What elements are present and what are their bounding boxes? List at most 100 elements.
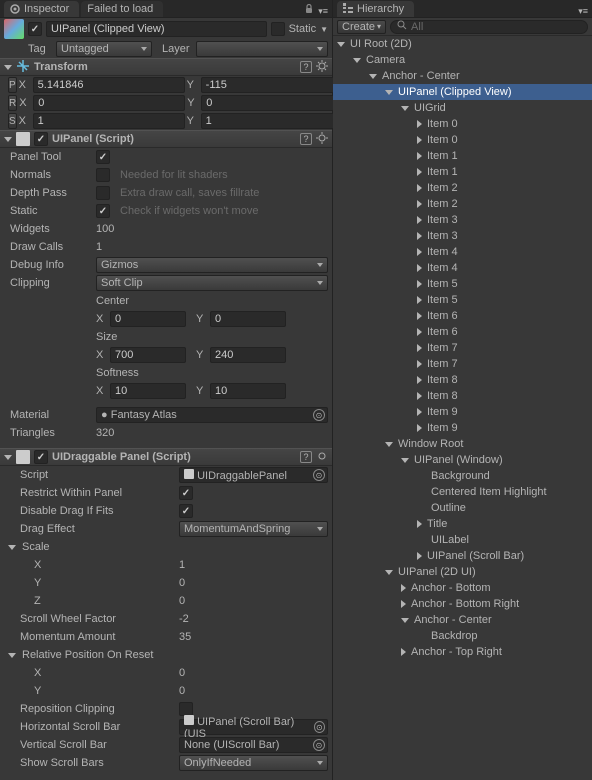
foldout-icon[interactable] [417, 408, 422, 416]
scl-y-field[interactable] [201, 113, 353, 129]
pos-y-field[interactable] [201, 77, 353, 93]
tree-item[interactable]: Item 7 [333, 340, 592, 356]
foldout-icon[interactable] [417, 216, 422, 224]
foldout-icon[interactable] [401, 648, 406, 656]
enabled-checkbox[interactable] [34, 450, 48, 464]
foldout-icon[interactable] [417, 200, 422, 208]
panel-menu-icon[interactable]: ▾≡ [578, 6, 588, 17]
foldout-icon[interactable] [401, 106, 409, 111]
foldout-icon[interactable] [385, 442, 393, 447]
layer-dropdown[interactable] [196, 41, 328, 57]
size-x[interactable] [110, 347, 186, 363]
tree-item[interactable]: Item 3 [333, 228, 592, 244]
foldout-icon[interactable] [417, 280, 422, 288]
panel-tool-checkbox[interactable] [96, 150, 110, 164]
tree-item[interactable]: Anchor - Bottom [333, 580, 592, 596]
tree-item[interactable]: UILabel [333, 532, 592, 548]
tab-hierarchy[interactable]: Hierarchy [337, 1, 414, 17]
tree-item[interactable]: Anchor - Top Right [333, 644, 592, 660]
r-button[interactable]: R [8, 95, 17, 111]
clipping-dropdown[interactable]: Soft Clip [96, 275, 328, 291]
foldout-icon[interactable] [417, 424, 422, 432]
tree-item[interactable]: Anchor - Center [333, 68, 592, 84]
rot-x-field[interactable] [33, 95, 185, 111]
foldout-icon[interactable] [417, 296, 422, 304]
foldout-icon[interactable] [417, 264, 422, 272]
create-dropdown[interactable]: Create [337, 20, 386, 34]
foldout-icon[interactable] [401, 600, 406, 608]
script-field[interactable]: UIDraggablePanel⊙ [179, 467, 328, 483]
tree-item[interactable]: Item 6 [333, 308, 592, 324]
foldout-icon[interactable] [401, 584, 406, 592]
tree-item[interactable]: Item 3 [333, 212, 592, 228]
foldout-icon[interactable] [417, 152, 422, 160]
help-icon[interactable]: ? [300, 133, 312, 145]
tree-item[interactable]: UIPanel (Scroll Bar) [333, 548, 592, 564]
foldout-icon[interactable] [353, 58, 361, 63]
tree-item[interactable]: UIPanel (Window) [333, 452, 592, 468]
tree-item[interactable]: UI Root (2D) [333, 36, 592, 52]
scl-x-field[interactable] [33, 113, 185, 129]
tree-item[interactable]: Item 1 [333, 148, 592, 164]
static-dropdown-icon[interactable]: ▼ [320, 25, 328, 34]
tree-item[interactable]: Item 2 [333, 196, 592, 212]
center-x[interactable] [110, 311, 186, 327]
tree-item[interactable]: Background [333, 468, 592, 484]
foldout-icon[interactable] [369, 74, 377, 79]
tree-item[interactable]: Anchor - Bottom Right [333, 596, 592, 612]
uipanel-header[interactable]: UIPanel (Script) ? [0, 130, 332, 148]
p-button[interactable]: P [8, 77, 17, 93]
tree-item[interactable]: UIPanel (Clipped View) [333, 84, 592, 100]
help-icon[interactable]: ? [300, 61, 312, 73]
size-y[interactable] [210, 347, 286, 363]
foldout-icon[interactable] [417, 248, 422, 256]
relpos-foldout[interactable]: Relative Position On Reset [0, 646, 332, 664]
object-picker-icon[interactable]: ⊙ [314, 721, 325, 733]
foldout-icon[interactable] [417, 312, 422, 320]
restrict-checkbox[interactable] [179, 486, 193, 500]
tree-item[interactable]: Anchor - Center [333, 612, 592, 628]
tree-item[interactable]: UIPanel (2D UI) [333, 564, 592, 580]
foldout-icon[interactable] [385, 570, 393, 575]
hscroll-field[interactable]: UIPanel (Scroll Bar) (UIS⊙ [179, 719, 328, 735]
foldout-icon[interactable] [417, 344, 422, 352]
tree-item[interactable]: Item 0 [333, 132, 592, 148]
panel-menu-icon[interactable]: ▾≡ [318, 6, 328, 17]
foldout-icon[interactable] [417, 168, 422, 176]
foldout-icon[interactable] [417, 392, 422, 400]
tree-item[interactable]: Item 7 [333, 356, 592, 372]
tree-item[interactable]: Item 4 [333, 260, 592, 276]
tree-item[interactable]: Item 8 [333, 372, 592, 388]
soft-x[interactable] [110, 383, 186, 399]
foldout-icon[interactable] [417, 120, 422, 128]
tree-item[interactable]: Item 6 [333, 324, 592, 340]
search-input[interactable]: All [390, 20, 588, 34]
debug-dropdown[interactable]: Gizmos [96, 257, 328, 273]
foldout-icon[interactable] [417, 360, 422, 368]
s-button[interactable]: S [8, 113, 17, 129]
help-icon[interactable]: ? [300, 451, 312, 463]
tree-item[interactable]: Camera [333, 52, 592, 68]
static-checkbox[interactable] [271, 22, 285, 36]
foldout-icon[interactable] [417, 184, 422, 192]
hierarchy-tree[interactable]: UI Root (2D)CameraAnchor - CenterUIPanel… [333, 36, 592, 780]
tree-item[interactable]: Outline [333, 500, 592, 516]
active-checkbox[interactable] [28, 22, 42, 36]
disable-checkbox[interactable] [179, 504, 193, 518]
tab-inspector[interactable]: Inspector [4, 1, 79, 17]
tree-item[interactable]: Item 4 [333, 244, 592, 260]
object-picker-icon[interactable]: ⊙ [313, 739, 325, 751]
tree-item[interactable]: Item 9 [333, 404, 592, 420]
foldout-icon[interactable] [385, 90, 393, 95]
foldout-icon[interactable] [417, 520, 422, 528]
tree-item[interactable]: Window Root [333, 436, 592, 452]
object-name-field[interactable] [46, 21, 267, 37]
object-picker-icon[interactable]: ⊙ [313, 409, 325, 421]
foldout-icon[interactable] [417, 232, 422, 240]
transform-header[interactable]: Transform ? [0, 58, 332, 76]
drag-effect-dropdown[interactable]: MomentumAndSpring [179, 521, 328, 537]
normals-checkbox[interactable] [96, 168, 110, 182]
gear-icon[interactable] [316, 450, 328, 465]
lock-icon[interactable] [304, 4, 314, 17]
foldout-icon[interactable] [401, 458, 409, 463]
